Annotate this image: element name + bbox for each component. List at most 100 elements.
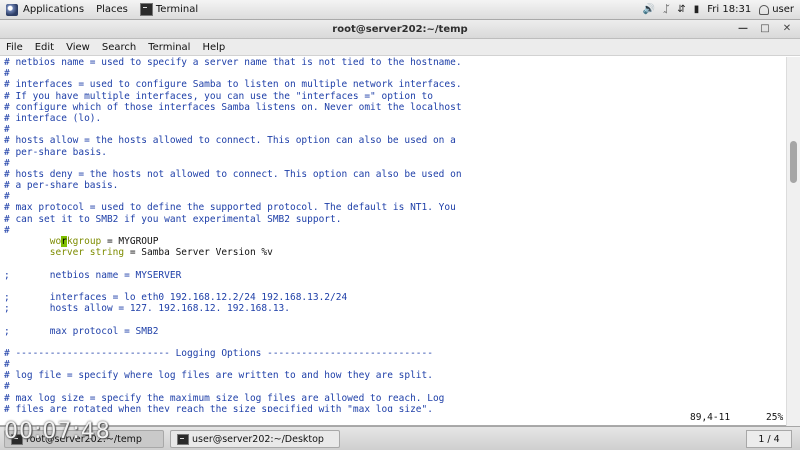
terminal-line: # files are rotated when they reach the …: [4, 404, 784, 412]
terminal-icon: [177, 433, 189, 445]
terminal-line: #: [4, 225, 784, 236]
menu-help[interactable]: Help: [196, 42, 231, 53]
commented-option-text: ; max protocol = SMB2: [4, 325, 159, 337]
applications-menu[interactable]: Applications: [0, 0, 90, 20]
terminal-line: # log file = specify where log files are…: [4, 370, 784, 381]
video-timer-overlay: 00:07:48: [4, 419, 111, 444]
cursor-position: 89,4-11: [690, 412, 731, 423]
user-label: user: [772, 4, 794, 15]
terminal-line: # --------------------------- Logging Op…: [4, 348, 784, 359]
terminal-line: #: [4, 381, 784, 392]
menu-edit[interactable]: Edit: [29, 42, 60, 53]
comment-text: #: [4, 124, 10, 136]
terminal-area[interactable]: # netbios name = used to specify a serve…: [0, 57, 800, 426]
terminal-line: ; hosts allow = 127. 192.168.12. 192.168…: [4, 303, 784, 314]
config-key: kgroup: [66, 236, 102, 247]
terminal-line: #: [4, 124, 784, 135]
config-key: server string: [4, 247, 125, 259]
terminal-line: ; netbios name = MYSERVER: [4, 270, 784, 281]
menu-search[interactable]: Search: [96, 42, 142, 53]
terminal-line: # max protocol = used to define the supp…: [4, 202, 784, 213]
network-icon[interactable]: ⇵: [677, 4, 685, 15]
terminal-line: # max log size = specify the maximum siz…: [4, 393, 784, 404]
terminal-line: # hosts deny = the hosts not allowed to …: [4, 169, 784, 180]
user-icon: [759, 4, 770, 15]
terminal-line: # netbios name = used to specify a serve…: [4, 57, 784, 68]
power-icon[interactable]: ▮: [694, 4, 700, 15]
terminal-line: ; interfaces = lo eth0 192.168.12.2/24 1…: [4, 292, 784, 303]
config-value: = MYGROUP: [101, 236, 159, 247]
terminal-line: # interface (lo).: [4, 113, 784, 124]
vim-status-line: 89,4-11 25%: [0, 412, 784, 424]
menu-file[interactable]: File: [0, 42, 29, 53]
task-label: user@server202:~/Desktop: [192, 433, 324, 445]
comment-text: # interface (lo).: [4, 112, 102, 124]
comment-text: # can set it to SMB2 if you want experim…: [4, 213, 342, 225]
comment-text: # interfaces = used to configure Samba t…: [4, 79, 462, 91]
minimize-icon[interactable]: —: [736, 22, 750, 36]
applications-label: Applications: [23, 4, 85, 15]
terminal-line: # can set it to SMB2 if you want experim…: [4, 214, 784, 225]
terminal-line: # If you have multiple interfaces, you c…: [4, 91, 784, 102]
comment-text: #: [4, 381, 10, 393]
comment-text: # hosts deny = the hosts not allowed to …: [4, 168, 462, 180]
config-key: wo: [4, 236, 62, 247]
terminal-window: root@server202:~/temp — □ ✕ File Edit View…: [0, 20, 800, 426]
bluetooth-icon[interactable]: ᛢ: [663, 4, 669, 15]
comment-text: # log file = specify where log files are…: [4, 370, 433, 382]
comment-text: # max log size = specify the maximum siz…: [4, 392, 445, 404]
window-title: root@server202:~/temp: [332, 23, 468, 35]
terminal-line: # hosts allow = the hosts allowed to con…: [4, 135, 784, 146]
commented-option-text: ; hosts allow = 127. 192.168.12. 192.168…: [4, 303, 290, 315]
window-titlebar[interactable]: root@server202:~/temp — □ ✕: [0, 20, 800, 39]
comment-text: # max protocol = used to define the supp…: [4, 202, 456, 214]
terminal-text[interactable]: # netbios name = used to specify a serve…: [4, 57, 784, 412]
task-user-terminal[interactable]: user@server202:~/Desktop: [170, 430, 340, 448]
terminal-launcher[interactable]: Terminal: [134, 0, 204, 20]
comment-text: # netbios name = used to specify a serve…: [4, 57, 462, 68]
terminal-line: server string = Samba Server Version %v: [4, 247, 784, 258]
places-menu[interactable]: Places: [90, 0, 134, 20]
scrollbar[interactable]: [786, 57, 800, 426]
terminal-line: # a per-share basis.: [4, 180, 784, 191]
comment-text: # configure which of those interfaces Sa…: [4, 101, 462, 113]
workspace-pager[interactable]: 1 / 4: [746, 430, 792, 448]
terminal-line: #: [4, 359, 784, 370]
comment-text: #: [4, 359, 10, 371]
terminal-line: # per-share basis.: [4, 147, 784, 158]
comment-text: # If you have multiple interfaces, you c…: [4, 90, 433, 102]
gnome-foot-icon: [6, 3, 18, 16]
maximize-icon[interactable]: □: [758, 22, 772, 36]
close-icon[interactable]: ✕: [780, 22, 794, 36]
comment-text: #: [4, 224, 10, 236]
terminal-line: #: [4, 191, 784, 202]
terminal-line: # configure which of those interfaces Sa…: [4, 102, 784, 113]
comment-text: #: [4, 157, 10, 169]
scrollbar-thumb[interactable]: [790, 140, 797, 183]
terminal-line: # interfaces = used to configure Samba t…: [4, 79, 784, 90]
volume-icon[interactable]: 🔊: [643, 4, 655, 15]
terminal-line: workgroup = MYGROUP: [4, 236, 784, 247]
user-menu[interactable]: user: [759, 4, 794, 15]
comment-text: # hosts allow = the hosts allowed to con…: [4, 135, 456, 147]
clock[interactable]: Fri 18:31: [707, 4, 751, 15]
terminal-icon: [139, 3, 153, 16]
terminal-launcher-label: Terminal: [155, 4, 199, 15]
menu-view[interactable]: View: [60, 42, 96, 53]
commented-option-text: ; netbios name = MYSERVER: [4, 269, 182, 281]
system-tray: 🔊 ᛢ ⇵ ▮ Fri 18:31 user: [643, 4, 800, 15]
commented-option-text: ; interfaces = lo eth0 192.168.12.2/24 1…: [4, 291, 348, 303]
bottom-taskbar: root@server202:~/temp user@server202:~/D…: [0, 426, 800, 450]
comment-text: # a per-share basis.: [4, 180, 119, 192]
comment-text: # per-share basis.: [4, 146, 107, 158]
comment-text: # files are rotated when they reach the …: [4, 403, 433, 412]
menu-terminal[interactable]: Terminal: [142, 42, 196, 53]
comment-text: #: [4, 191, 10, 203]
config-value: = Samba Server Version %v: [124, 247, 273, 259]
terminal-line: #: [4, 158, 784, 169]
comment-text: #: [4, 68, 10, 80]
